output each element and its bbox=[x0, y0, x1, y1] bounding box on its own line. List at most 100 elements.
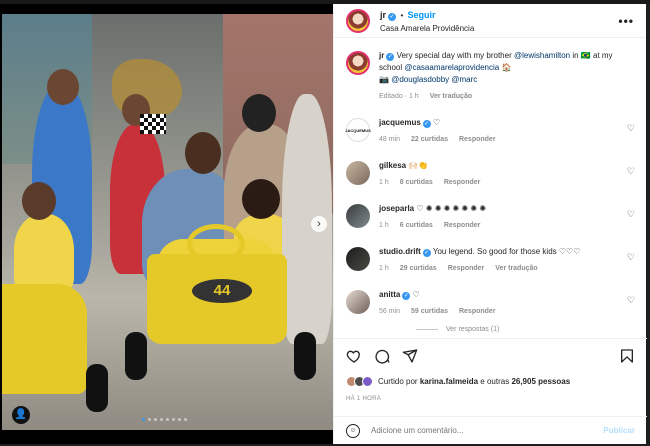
carousel-dot bbox=[154, 418, 157, 421]
comment-likes[interactable]: 29 curtidas bbox=[400, 263, 437, 275]
carousel-dot bbox=[166, 418, 169, 421]
comment-text: gilkesa 🙌🏻👏 1 h 8 curtidas Responder bbox=[379, 160, 619, 189]
view-replies-label: Ver respostas (1) bbox=[446, 326, 500, 333]
comment-meta: 1 h 8 curtidas Responder bbox=[379, 177, 619, 189]
author-avatar[interactable] bbox=[346, 8, 370, 33]
like-comment-icon[interactable]: ♡ bbox=[627, 295, 635, 306]
verified-icon: ✓ bbox=[422, 249, 431, 257]
comment-body: ♡ ✺ ✺ ✺ ✺ ✺ ✺ ✺ bbox=[416, 204, 487, 213]
liker-username[interactable]: karina.falmeida bbox=[420, 377, 478, 386]
see-translation-link[interactable]: Ver tradução bbox=[430, 91, 472, 103]
carousel-dot bbox=[184, 418, 187, 421]
comment-username[interactable]: jacquemus bbox=[379, 118, 421, 127]
like-comment-icon[interactable]: ♡ bbox=[627, 252, 635, 263]
comment-text: jacquemus ✓ ♡ 48 min 22 curtidas Responde… bbox=[379, 117, 619, 146]
child-head bbox=[242, 179, 280, 219]
publish-button[interactable]: Publicar bbox=[603, 426, 635, 435]
like-comment-icon[interactable]: ♡ bbox=[627, 123, 635, 134]
user-tag-icon[interactable]: 👤 bbox=[12, 406, 30, 424]
hat bbox=[242, 94, 276, 132]
comment-username[interactable]: studio.drift bbox=[379, 247, 421, 256]
comment-likes[interactable]: 8 curtidas bbox=[400, 177, 433, 189]
next-image-button[interactable]: › bbox=[311, 216, 327, 232]
post-media[interactable]: 44 › 👤 bbox=[0, 4, 333, 444]
reply-button[interactable]: Responder bbox=[459, 134, 496, 146]
kart-number: 44 bbox=[192, 279, 252, 303]
driver-head bbox=[185, 132, 221, 174]
comment-username[interactable]: anitta bbox=[379, 290, 400, 299]
kart-wheel-front-right bbox=[294, 332, 316, 380]
reply-button[interactable]: Responder bbox=[448, 263, 485, 275]
like-count[interactable]: 26,905 bbox=[511, 377, 535, 386]
comment-avatar[interactable]: JACQUEMUS bbox=[345, 118, 371, 142]
comment-avatar[interactable] bbox=[346, 204, 370, 228]
comment-username[interactable]: joseparla bbox=[379, 204, 414, 213]
verified-icon: ✓ bbox=[402, 292, 411, 300]
comment-text: anitta ✓ ♡ 56 min 59 curtidas Responder bbox=[379, 289, 619, 318]
verified-icon: ✓ bbox=[386, 53, 395, 61]
comment-time: 1 h bbox=[379, 265, 389, 272]
verified-icon: ✓ bbox=[422, 120, 431, 128]
caption-username[interactable]: jr bbox=[379, 51, 384, 60]
comments-list[interactable]: jr ✓ Very special day with my brother @le… bbox=[334, 38, 647, 338]
post-time: HÁ 1 HORA bbox=[346, 396, 382, 402]
share-icon[interactable] bbox=[402, 348, 418, 364]
verified-icon: ✓ bbox=[388, 12, 397, 21]
author-username[interactable]: jr bbox=[380, 10, 386, 20]
comment-body: 🙌🏻👏 bbox=[408, 161, 429, 170]
reply-button[interactable]: Responder bbox=[459, 306, 496, 318]
liked-by[interactable]: Curtido por karina.falmeida e outras 26,… bbox=[346, 376, 570, 387]
location-link[interactable]: Casa Amarela Providência bbox=[380, 22, 474, 35]
comment-text: joseparla ♡ ✺ ✺ ✺ ✺ ✺ ✺ ✺ 1 h 6 curtidas… bbox=[379, 203, 619, 232]
kart-left bbox=[2, 284, 87, 394]
mention-link[interactable]: @lewishamilton bbox=[514, 51, 570, 60]
carousel-dots bbox=[142, 418, 187, 421]
see-translation-link[interactable]: Ver tradução bbox=[495, 263, 537, 275]
comment-row: gilkesa 🙌🏻👏 1 h 8 curtidas Responder ♡ bbox=[346, 160, 635, 189]
liker-avatars bbox=[346, 376, 373, 387]
caption-text-part: Very special day with my brother bbox=[396, 51, 512, 60]
author-avatar-small[interactable] bbox=[346, 51, 370, 75]
comment-likes[interactable]: 6 curtidas bbox=[400, 220, 433, 232]
caption-row: jr ✓ Very special day with my brother @le… bbox=[346, 50, 635, 103]
comment-likes[interactable]: 59 curtidas bbox=[411, 306, 448, 318]
reply-button[interactable]: Responder bbox=[444, 220, 481, 232]
comment-avatar[interactable] bbox=[346, 247, 370, 271]
comment-avatar[interactable] bbox=[346, 161, 370, 185]
comment-row: joseparla ♡ ✺ ✺ ✺ ✺ ✺ ✺ ✺ 1 h 6 curtidas… bbox=[346, 203, 635, 232]
comment-meta: 1 h 6 curtidas Responder bbox=[379, 220, 619, 232]
steering-wheel bbox=[187, 224, 245, 264]
post-side-panel: jr ✓ • Seguir Casa Amarela Providência ••… bbox=[333, 4, 647, 444]
follow-button[interactable]: Seguir bbox=[408, 10, 436, 20]
separator-dot: • bbox=[400, 10, 406, 20]
comment-likes[interactable]: 22 curtidas bbox=[411, 134, 448, 146]
like-comment-icon[interactable]: ♡ bbox=[627, 166, 635, 177]
camera-icon: 📷 bbox=[379, 75, 389, 84]
girl-yellow-shirt bbox=[14, 214, 74, 294]
bookmark-icon[interactable] bbox=[619, 348, 635, 364]
mention-link[interactable]: @marc bbox=[451, 75, 477, 84]
mention-link[interactable]: @casaamarelaprovidencia bbox=[404, 63, 499, 72]
mention-link[interactable]: @douglasdobby bbox=[391, 75, 449, 84]
caption-emoji: 🏠 bbox=[501, 63, 512, 72]
heart-icon[interactable] bbox=[346, 348, 362, 364]
comment-avatar[interactable] bbox=[346, 290, 370, 314]
comment-time: 1 h bbox=[379, 222, 389, 229]
emoji-icon[interactable]: ☺ bbox=[346, 423, 360, 438]
checkered-flag bbox=[140, 114, 166, 134]
more-options-icon[interactable]: ••• bbox=[618, 14, 634, 28]
comment-row: anitta ✓ ♡ 56 min 59 curtidas Responder ♡ bbox=[346, 289, 635, 318]
liked-by-people[interactable]: pessoas bbox=[538, 377, 570, 386]
edited-time: Editado · 1 h bbox=[379, 93, 419, 100]
comment-input[interactable] bbox=[371, 426, 604, 435]
like-comment-icon[interactable]: ♡ bbox=[627, 209, 635, 220]
liked-by-prefix: Curtido por bbox=[378, 377, 418, 386]
comment-row: JACQUEMUS jacquemus ✓ ♡ 48 min 22 curtida… bbox=[345, 117, 635, 146]
carousel-dot bbox=[160, 418, 163, 421]
view-replies-button[interactable]: Ver respostas (1) bbox=[416, 326, 635, 333]
comment-meta: 56 min 59 curtidas Responder bbox=[379, 306, 619, 318]
reply-button[interactable]: Responder bbox=[444, 177, 481, 189]
comment-icon[interactable] bbox=[374, 348, 390, 364]
comment-username[interactable]: gilkesa bbox=[379, 161, 406, 170]
add-comment-bar: ☺ Publicar bbox=[334, 416, 647, 444]
